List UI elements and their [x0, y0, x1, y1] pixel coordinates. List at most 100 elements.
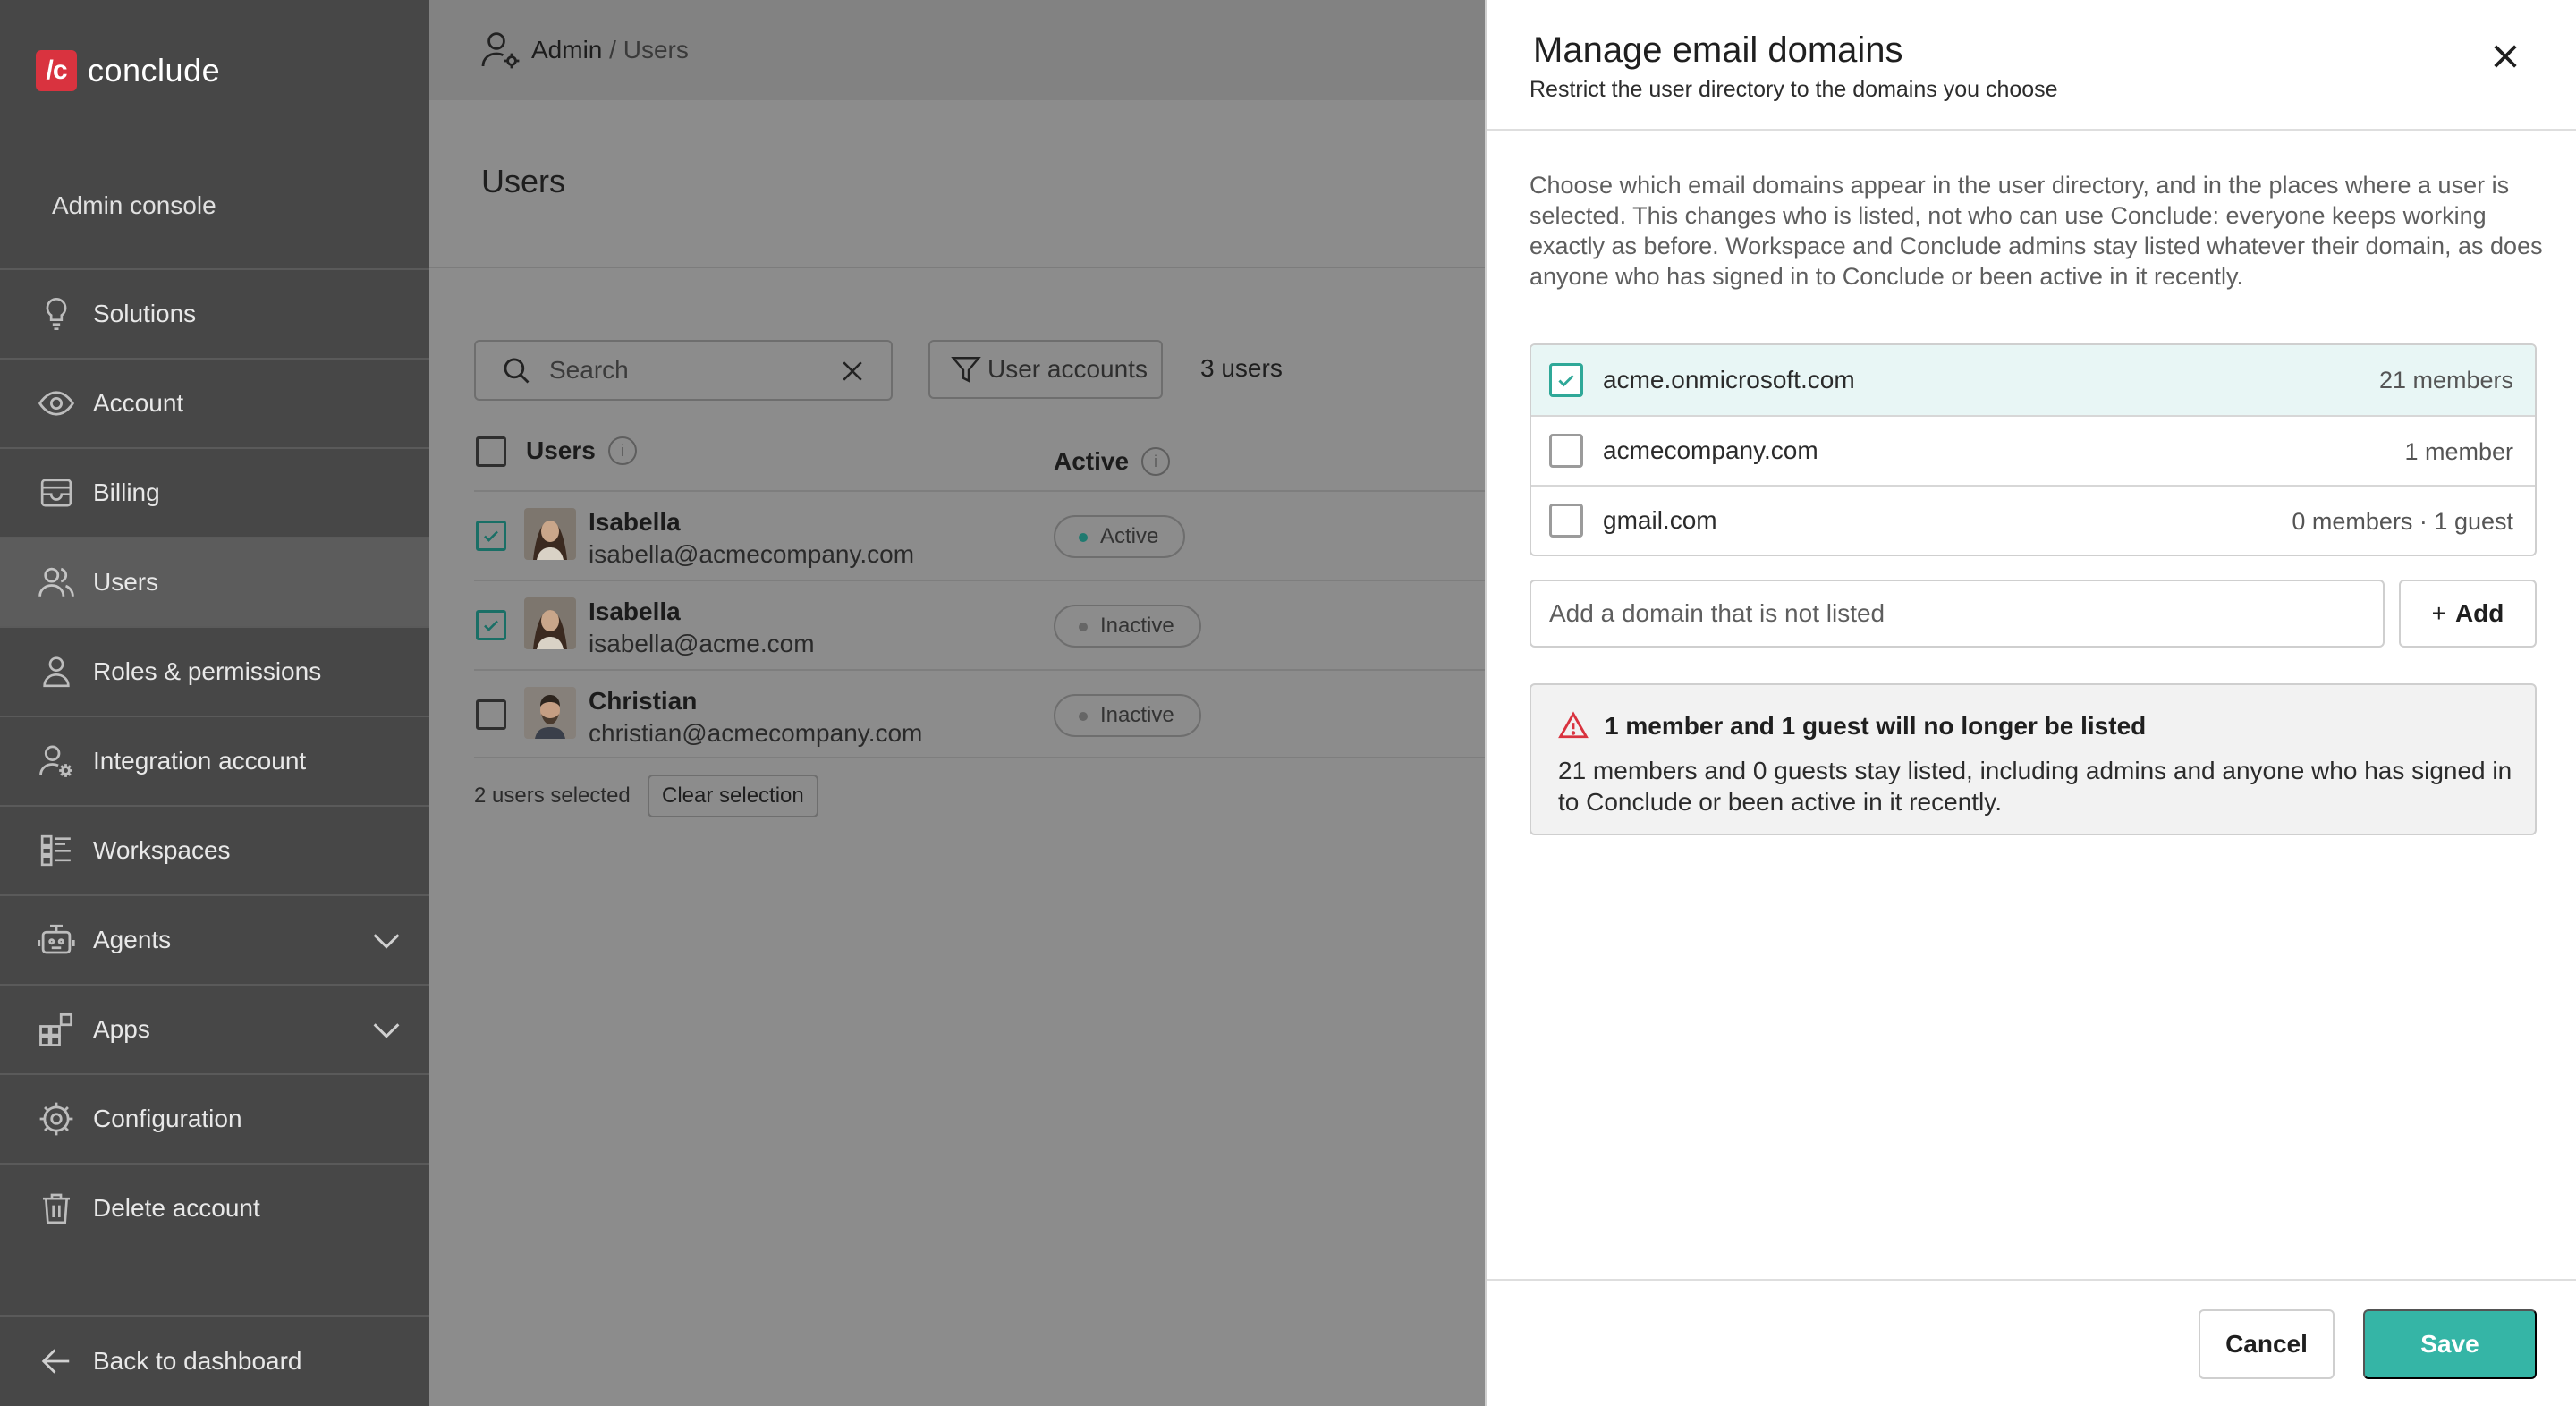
sidebar-item-integration-account[interactable]: Integration account: [0, 716, 429, 805]
column-label: Users: [526, 436, 596, 464]
domain-name: gmail.com: [1603, 506, 1717, 534]
sidebar-item-roles-permissions[interactable]: Roles & permissions: [0, 626, 429, 716]
status-label: Active: [1100, 524, 1159, 548]
add-domain-input[interactable]: [1530, 580, 2385, 648]
person-icon: [36, 651, 77, 692]
sidebar-item-label: Workspaces: [93, 836, 231, 864]
back-to-dashboard-link[interactable]: Back to dashboard: [0, 1315, 429, 1406]
checkmark-icon: [484, 620, 498, 631]
domain-count: 0 members · 1 guest: [2292, 508, 2513, 535]
domain-list: acme.onmicrosoft.com 21 members acmecomp…: [1530, 343, 2537, 556]
domain-name: acmecompany.com: [1603, 436, 1818, 464]
domain-count: 21 members: [2378, 367, 2513, 394]
manage-email-domains-drawer: Manage email domains Restrict the user d…: [1485, 0, 2576, 1406]
users-icon: [36, 562, 77, 603]
save-button[interactable]: Save: [2363, 1309, 2537, 1379]
info-icon[interactable]: i: [1141, 447, 1171, 476]
sidebar-item-label: Configuration: [93, 1105, 242, 1132]
sidebar-item-billing[interactable]: Billing: [0, 447, 429, 537]
close-icon[interactable]: [2490, 41, 2521, 72]
sidebar-item-label: Apps: [93, 1015, 150, 1043]
domain-checkbox[interactable]: [1549, 504, 1583, 538]
search-icon: [504, 358, 530, 384]
status-dot: [1079, 712, 1088, 721]
status-dot: [1079, 623, 1088, 631]
checkmark-icon: [1558, 375, 1574, 387]
logo-text: conclude: [88, 52, 221, 89]
status-dot: [1079, 533, 1088, 542]
domain-checkbox[interactable]: [1549, 363, 1583, 397]
sidebar-item-solutions[interactable]: Solutions: [0, 268, 429, 358]
table-row[interactable]: Christian christian@acmecompany.com Inac…: [474, 669, 1485, 758]
chevron-down-icon[interactable]: [369, 1012, 404, 1048]
sidebar-item-label: Integration account: [93, 747, 307, 775]
sidebar-item-delete-account[interactable]: Delete account: [0, 1163, 429, 1252]
sidebar-item-label: Agents: [93, 926, 172, 953]
person-gear-icon: [36, 741, 77, 782]
warning-title: 1 member and 1 guest will no longer be l…: [1605, 712, 2147, 740]
divider: [1487, 129, 2576, 131]
warning-callout: 1 member and 1 guest will no longer be l…: [1530, 683, 2537, 835]
status-badge: Inactive: [1054, 605, 1201, 648]
logo[interactable]: /c conclude: [36, 50, 220, 91]
breadcrumb-current: Users: [623, 36, 689, 64]
add-domain-button[interactable]: + Add: [2399, 580, 2537, 648]
domain-option[interactable]: acme.onmicrosoft.com 21 members: [1531, 345, 2535, 415]
person-gear-icon: [481, 32, 520, 69]
sidebar-item-label: Billing: [93, 479, 160, 506]
back-to-dashboard-label: Back to dashboard: [93, 1347, 302, 1375]
select-all-checkbox[interactable]: [476, 436, 506, 467]
avatar: [524, 597, 576, 649]
row-checkbox[interactable]: [476, 610, 506, 640]
info-icon[interactable]: i: [607, 436, 637, 465]
cancel-button[interactable]: Cancel: [2199, 1309, 2334, 1379]
selection-info: 2 users selected: [474, 783, 631, 808]
column-header-users: Users i: [526, 436, 637, 465]
row-checkbox[interactable]: [476, 699, 506, 730]
warning-icon: [1558, 711, 1589, 739]
drawer-intro-text: Choose which email domains appear in the…: [1530, 172, 2543, 290]
sidebar-item-label: Roles & permissions: [93, 657, 322, 685]
sidebar-item-agents[interactable]: Agents: [0, 894, 429, 984]
admin-console-label: Admin console: [52, 191, 216, 219]
sidebar-nav: Solutions Account Billing Users Roles & …: [0, 268, 429, 1252]
divider: [1487, 1279, 2576, 1281]
domain-checkbox[interactable]: [1549, 434, 1583, 468]
sidebar-item-configuration[interactable]: Configuration: [0, 1073, 429, 1163]
trash-icon: [36, 1188, 77, 1229]
sidebar-item-account[interactable]: Account: [0, 358, 429, 447]
sidebar-item-label: Users: [93, 568, 159, 596]
clear-search-icon[interactable]: [841, 360, 864, 383]
domain-option[interactable]: acmecompany.com 1 member: [1531, 415, 2535, 485]
user-name: Isabella: [589, 508, 681, 536]
checkmark-icon: [484, 530, 498, 542]
list-icon: [36, 830, 77, 871]
eye-icon: [36, 383, 77, 424]
domain-name: acme.onmicrosoft.com: [1603, 366, 1855, 394]
user-email: isabella@acmecompany.com: [589, 540, 915, 568]
search-input[interactable]: Search: [474, 340, 893, 401]
chevron-down-icon[interactable]: [369, 923, 404, 959]
sidebar-item-workspaces[interactable]: Workspaces: [0, 805, 429, 894]
robot-icon: [36, 919, 77, 961]
domain-option[interactable]: gmail.com 0 members · 1 guest: [1531, 485, 2535, 555]
status-badge: Active: [1054, 515, 1186, 558]
user-name: Isabella: [589, 597, 681, 625]
table-row[interactable]: Isabella isabella@acmecompany.com Active: [474, 490, 1485, 580]
wallet-icon: [36, 472, 77, 513]
plus-icon: +: [2431, 599, 2446, 627]
sidebar-item-users[interactable]: Users: [0, 537, 429, 626]
user-email: christian@acmecompany.com: [589, 719, 923, 747]
user-name: Christian: [589, 687, 698, 715]
drawer-subtitle: Restrict the user directory to the domai…: [1530, 77, 2058, 102]
breadcrumb-root[interactable]: Admin: [531, 36, 602, 64]
row-checkbox[interactable]: [476, 521, 506, 551]
gear-icon: [36, 1098, 77, 1139]
lightbulb-icon: [36, 293, 77, 335]
sidebar-item-apps[interactable]: Apps: [0, 984, 429, 1073]
user-accounts-filter-button[interactable]: User accounts: [928, 340, 1163, 399]
status-label: Inactive: [1100, 614, 1174, 638]
user-count: 3 users: [1200, 354, 1283, 382]
table-row[interactable]: Isabella isabella@acme.com Inactive: [474, 580, 1485, 669]
clear-selection-button[interactable]: Clear selection: [648, 775, 818, 817]
